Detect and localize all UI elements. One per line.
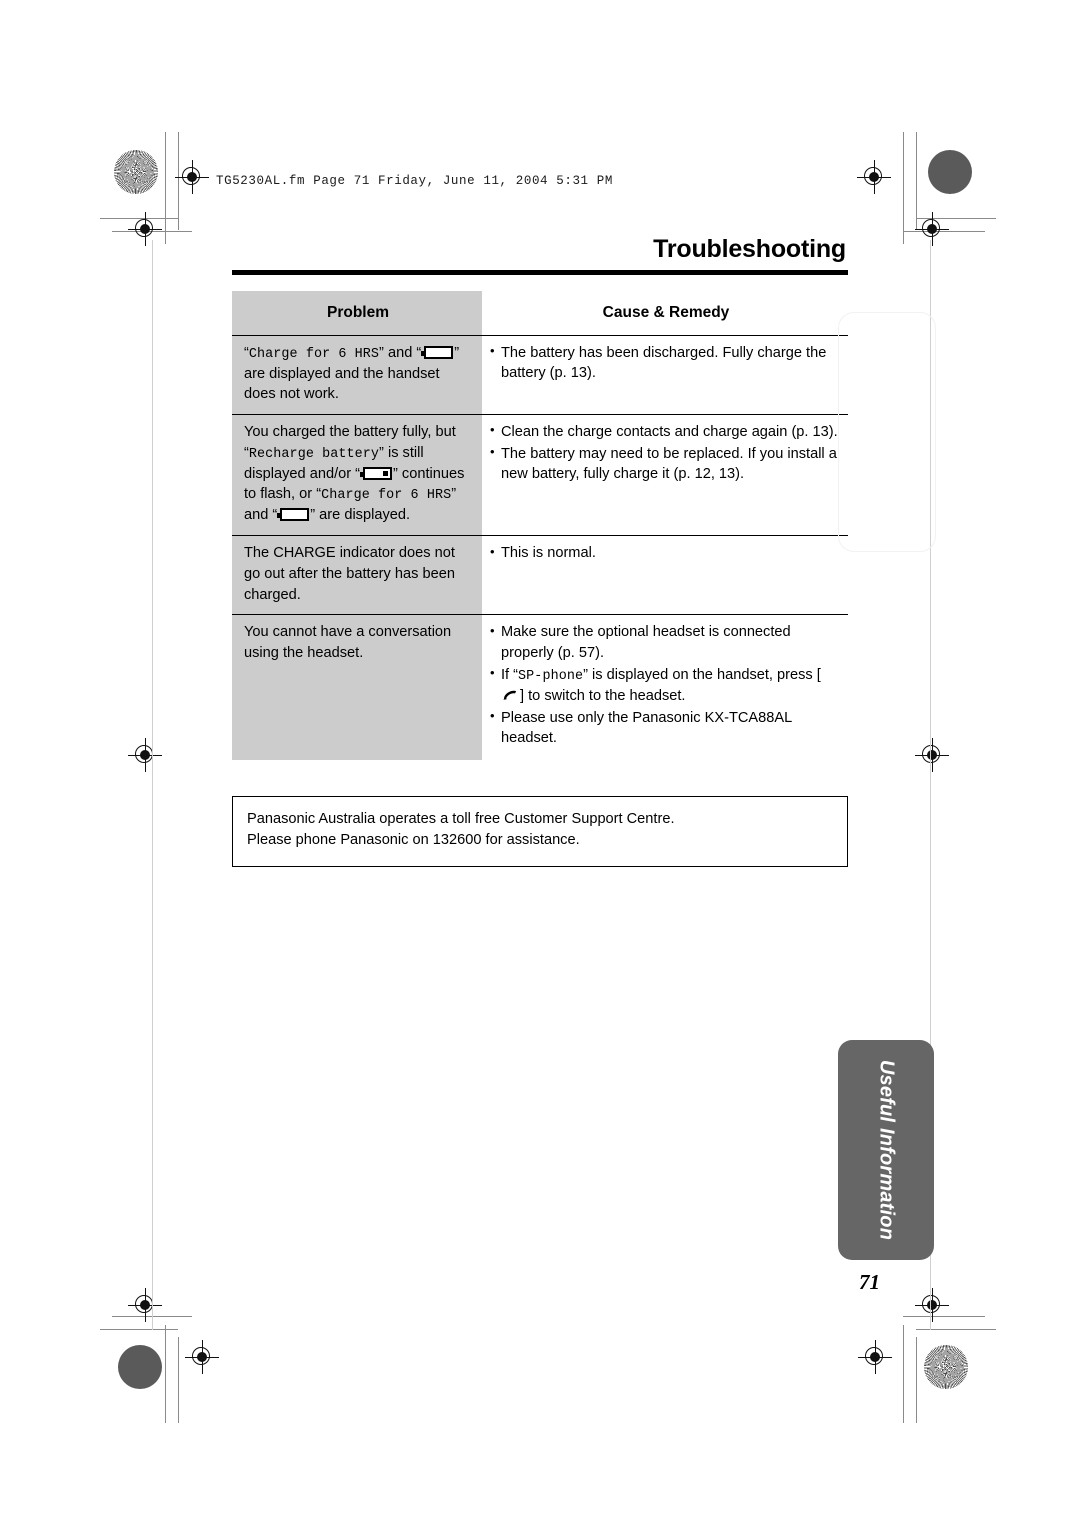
registration-target-icon bbox=[128, 212, 162, 246]
cause-cell: This is normal. bbox=[482, 535, 848, 616]
list-item: The battery has been discharged. Fully c… bbox=[490, 342, 838, 384]
problem-cell: The CHARGE indicator does not go out aft… bbox=[232, 535, 482, 616]
crop-mark-line bbox=[916, 1337, 917, 1423]
battery-empty-icon bbox=[421, 345, 454, 359]
battery-empty-icon bbox=[277, 508, 310, 522]
problem-cell: You charged the battery fully, but “Rech… bbox=[232, 414, 482, 537]
crop-mark-line bbox=[916, 1329, 996, 1330]
display-text-token: Recharge battery bbox=[248, 446, 380, 462]
registration-target-icon bbox=[857, 160, 891, 194]
registration-target-icon bbox=[185, 1340, 219, 1374]
list-item: The battery may need to be replaced. If … bbox=[490, 443, 838, 485]
list-item: This is normal. bbox=[490, 543, 838, 564]
problem-text: ” are displayed. bbox=[310, 507, 411, 524]
registration-target-icon bbox=[915, 738, 949, 772]
side-tab-inactive[interactable] bbox=[838, 312, 936, 552]
crop-mark-line bbox=[100, 1329, 178, 1330]
problem-cell: You cannot have a conversation using the… bbox=[232, 614, 482, 760]
cause-list: Clean the charge contacts and charge aga… bbox=[490, 421, 838, 485]
registration-rosette-icon bbox=[924, 1345, 968, 1389]
support-note-line-1: Panasonic Australia operates a toll free… bbox=[247, 810, 675, 827]
table-header-row: Problem Cause & Remedy bbox=[232, 290, 848, 336]
page-title: Troubleshooting bbox=[653, 235, 846, 263]
registration-target-icon bbox=[915, 1288, 949, 1322]
list-item: If “SP-phone” is displayed on the handse… bbox=[490, 664, 838, 707]
column-header-cause: Cause & Remedy bbox=[482, 290, 848, 336]
cause-text: If “ bbox=[501, 666, 519, 683]
table-row: You cannot have a conversation using the… bbox=[232, 614, 848, 760]
cause-list: This is normal. bbox=[490, 543, 838, 564]
handset-talk-icon bbox=[503, 690, 517, 700]
list-item: Clean the charge contacts and charge aga… bbox=[490, 421, 838, 443]
registration-target-icon bbox=[915, 212, 949, 246]
cause-list: The battery has been discharged. Fully c… bbox=[490, 342, 838, 384]
page-content: Troubleshooting Problem Cause & Remedy “… bbox=[232, 235, 848, 867]
registration-target-icon bbox=[128, 738, 162, 772]
crop-mark-line bbox=[903, 1325, 904, 1423]
crop-mark-line bbox=[165, 1325, 166, 1423]
cause-cell: Clean the charge contacts and charge aga… bbox=[482, 414, 848, 537]
crop-mark-line bbox=[903, 132, 904, 244]
registration-dot-icon bbox=[928, 150, 972, 194]
cause-cell: The battery has been discharged. Fully c… bbox=[482, 335, 848, 415]
support-note-box: Panasonic Australia operates a toll free… bbox=[232, 795, 848, 867]
registration-rosette-icon bbox=[114, 150, 158, 194]
title-rule bbox=[232, 269, 848, 275]
crop-mark-line bbox=[165, 132, 166, 244]
side-tab-useful-information[interactable]: Useful Information bbox=[838, 1040, 934, 1260]
registration-dot-icon bbox=[118, 1345, 162, 1389]
column-header-problem: Problem bbox=[232, 290, 482, 336]
list-item: Make sure the optional headset is connec… bbox=[490, 622, 838, 663]
problem-cell: “Charge for 6 HRS” and “” are displayed … bbox=[232, 335, 482, 415]
registration-target-icon bbox=[128, 1288, 162, 1322]
cause-text: ” is displayed on the handset, press [ bbox=[583, 666, 821, 683]
table-row: You charged the battery fully, but “Rech… bbox=[232, 414, 848, 537]
page-number: 71 bbox=[859, 1270, 880, 1294]
film-header-text: TG5230AL.fm Page 71 Friday, June 11, 200… bbox=[216, 174, 613, 188]
display-text-token: Charge for 6 HRS bbox=[248, 346, 380, 362]
crop-mark-line bbox=[178, 1337, 179, 1423]
cause-text: ] to switch to the headset. bbox=[520, 687, 686, 704]
registration-target-icon bbox=[175, 160, 209, 194]
page-guide-line bbox=[152, 240, 153, 1330]
side-tab-label: Useful Information bbox=[875, 1059, 898, 1241]
table-row: The CHARGE indicator does not go out aft… bbox=[232, 535, 848, 616]
registration-target-icon bbox=[858, 1340, 892, 1374]
list-item: Please use only the Panasonic KX-TCA88AL… bbox=[490, 707, 838, 749]
table-row: “Charge for 6 HRS” and “” are displayed … bbox=[232, 335, 848, 415]
cause-list: Make sure the optional headset is connec… bbox=[490, 622, 838, 749]
cause-cell: Make sure the optional headset is connec… bbox=[482, 615, 848, 760]
support-note-line-2: Please phone Panasonic on 132600 for ass… bbox=[247, 832, 580, 849]
problem-text: ” and bbox=[379, 344, 413, 361]
display-text-token: Charge for 6 HRS bbox=[321, 488, 452, 504]
display-text-token: SP-phone bbox=[518, 668, 584, 684]
battery-low-icon bbox=[360, 466, 393, 480]
troubleshooting-table: Problem Cause & Remedy “Charge for 6 HRS… bbox=[232, 290, 848, 760]
